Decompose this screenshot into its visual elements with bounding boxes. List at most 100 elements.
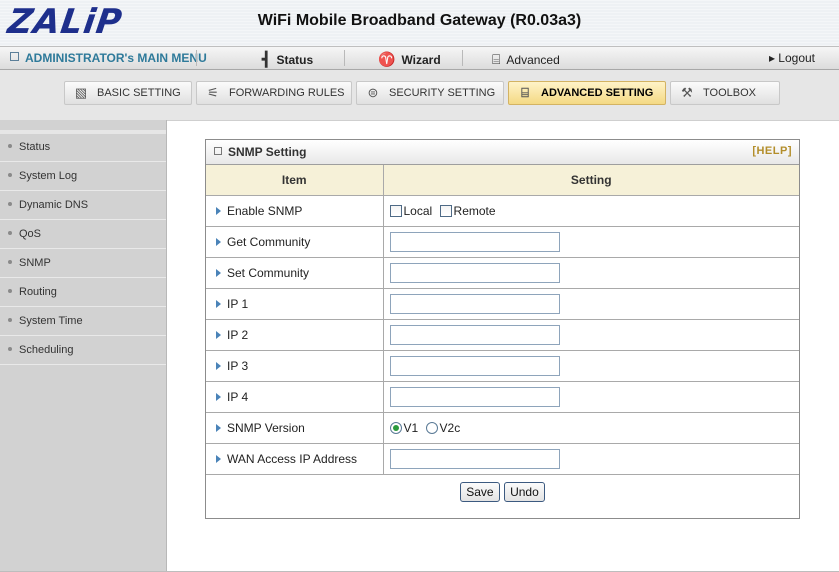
security-setting-icon: ⊜	[367, 85, 379, 100]
sidebar-item-label: System Log	[19, 170, 78, 182]
v2c-radio-label: V2c	[439, 420, 461, 435]
table-row: Set Community	[206, 257, 799, 289]
tab-label: BASIC SETTING	[97, 87, 181, 99]
sidebar-item-snmp[interactable]: SNMP	[0, 250, 166, 278]
v2c-radio[interactable]	[425, 421, 438, 434]
tab-label: ADVANCED SETTING	[541, 87, 654, 99]
menu-status[interactable]: ┫ Status	[262, 51, 313, 68]
sidebar-item-status[interactable]: Status	[0, 134, 166, 162]
table-row: Enable SNMP Local Remote	[206, 195, 799, 227]
help-link[interactable]: [HELP]	[752, 145, 792, 157]
admin-main-menu-link[interactable]: ADMINISTRATOR's MAIN MENU	[10, 51, 207, 65]
menu-advanced-label: Advanced	[506, 53, 560, 67]
ip1-input[interactable]	[389, 293, 560, 314]
row-label-cell: Set Community	[206, 257, 384, 289]
undo-button[interactable]: Undo	[504, 481, 545, 502]
table-row: IP 1	[206, 288, 799, 320]
snmp-setting-panel: SNMP Setting [HELP] Item Setting Enable …	[205, 139, 800, 519]
snmp-settings-table: Item Setting Enable SNMP Local Remote Ge…	[206, 165, 799, 475]
arrow-right-icon	[216, 454, 221, 463]
local-checkbox[interactable]	[389, 204, 402, 217]
row-setting-cell	[383, 226, 799, 258]
tab-label: TOOLBOX	[703, 87, 756, 99]
ip2-label: IP 2	[227, 327, 249, 342]
row-label-cell: WAN Access IP Address	[206, 443, 384, 475]
settings-tab-bar: ▧ BASIC SETTING ⚟ FORWARDING RULES ⊜ SECURI…	[0, 70, 839, 121]
ip4-input[interactable]	[389, 386, 560, 407]
row-label-cell: SNMP Version	[206, 412, 384, 444]
wizard-icon: ♈	[378, 51, 396, 67]
sidebar-item-scheduling[interactable]: Scheduling	[0, 337, 166, 365]
table-row: SNMP Version V1 V2c	[206, 412, 799, 444]
table-row: WAN Access IP Address	[206, 443, 799, 475]
menu-advanced[interactable]: ⌸ Advanced	[492, 51, 560, 68]
sidebar-item-label: System Time	[19, 315, 83, 327]
bullet-icon	[8, 289, 12, 293]
sidebar-item-qos[interactable]: QoS	[0, 221, 166, 249]
menu-divider	[344, 50, 345, 66]
arrow-right-icon	[216, 423, 221, 432]
row-label-cell: IP 3	[206, 350, 384, 382]
row-label-cell: IP 1	[206, 288, 384, 320]
sidebar-item-label: Routing	[19, 286, 57, 298]
panel-title-text: SNMP Setting	[228, 145, 307, 159]
logout-link[interactable]: ▸ Logout	[769, 51, 815, 65]
tab-basic-setting[interactable]: ▧ BASIC SETTING	[64, 81, 192, 105]
sidebar-item-label: Status	[19, 141, 51, 153]
advanced-setting-icon: ⌸	[521, 85, 529, 100]
menu-status-label: Status	[276, 53, 314, 67]
forwarding-rules-icon: ⚟	[207, 85, 219, 100]
sidebar-item-dynamic-dns[interactable]: Dynamic DNS	[0, 192, 166, 220]
table-row: IP 2	[206, 319, 799, 351]
bullet-icon	[8, 144, 12, 148]
square-bullet-icon	[10, 52, 19, 61]
row-setting-cell	[383, 443, 799, 475]
menu-wizard[interactable]: ♈ Wizard	[378, 51, 441, 68]
menu-wizard-label: Wizard	[401, 53, 441, 67]
table-row: IP 3	[206, 350, 799, 382]
admin-main-menu-label: ADMINISTRATOR's MAIN MENU	[25, 51, 207, 65]
set-community-input[interactable]	[389, 262, 560, 283]
save-button[interactable]: Save	[460, 481, 500, 502]
wan-access-ip-label: WAN Access IP Address	[227, 451, 358, 466]
status-icon: ┫	[262, 51, 271, 67]
ip1-label: IP 1	[227, 296, 249, 311]
table-row: IP 4	[206, 381, 799, 413]
tab-security-setting[interactable]: ⊜ SECURITY SETTING	[356, 81, 504, 105]
arrow-right-icon	[216, 268, 221, 277]
bullet-icon	[8, 231, 12, 235]
tab-forwarding-rules[interactable]: ⚟ FORWARDING RULES	[196, 81, 352, 105]
sidebar-item-label: SNMP	[19, 257, 51, 269]
panel-title: SNMP Setting	[214, 145, 306, 159]
arrow-right-icon	[216, 206, 221, 215]
row-setting-cell	[383, 257, 799, 289]
sidebar-item-system-time[interactable]: System Time	[0, 308, 166, 336]
toolbox-icon: ⚒	[681, 85, 693, 100]
remote-checkbox[interactable]	[439, 204, 452, 217]
tab-label: FORWARDING RULES	[229, 87, 345, 99]
ip3-input[interactable]	[389, 355, 560, 376]
enable-snmp-label: Enable SNMP	[227, 203, 303, 218]
sidebar-item-system-log[interactable]: System Log	[0, 163, 166, 191]
button-row: Save Undo	[206, 475, 799, 511]
table-row: Get Community	[206, 226, 799, 258]
v1-radio[interactable]	[389, 421, 402, 434]
row-setting-cell	[383, 381, 799, 413]
bullet-icon	[8, 260, 12, 264]
tab-advanced-setting[interactable]: ⌸ ADVANCED SETTING	[508, 81, 666, 105]
sidebar-item-routing[interactable]: Routing	[0, 279, 166, 307]
snmp-version-label: SNMP Version	[227, 420, 305, 435]
bullet-icon	[8, 318, 12, 322]
tab-toolbox[interactable]: ⚒ TOOLBOX	[670, 81, 780, 105]
bullet-icon	[8, 173, 12, 177]
top-header: ZALiP WiFi Mobile Broadband Gateway (R0.…	[0, 0, 839, 46]
row-label-cell: Get Community	[206, 226, 384, 258]
row-label-cell: IP 4	[206, 381, 384, 413]
wan-access-ip-input[interactable]	[389, 448, 560, 469]
bullet-icon	[8, 202, 12, 206]
main-menu-bar: ADMINISTRATOR's MAIN MENU ┫ Status ♈ Wizar…	[0, 46, 839, 70]
ip2-input[interactable]	[389, 324, 560, 345]
menu-divider	[196, 50, 197, 66]
bullet-icon	[8, 347, 12, 351]
get-community-input[interactable]	[389, 231, 560, 252]
